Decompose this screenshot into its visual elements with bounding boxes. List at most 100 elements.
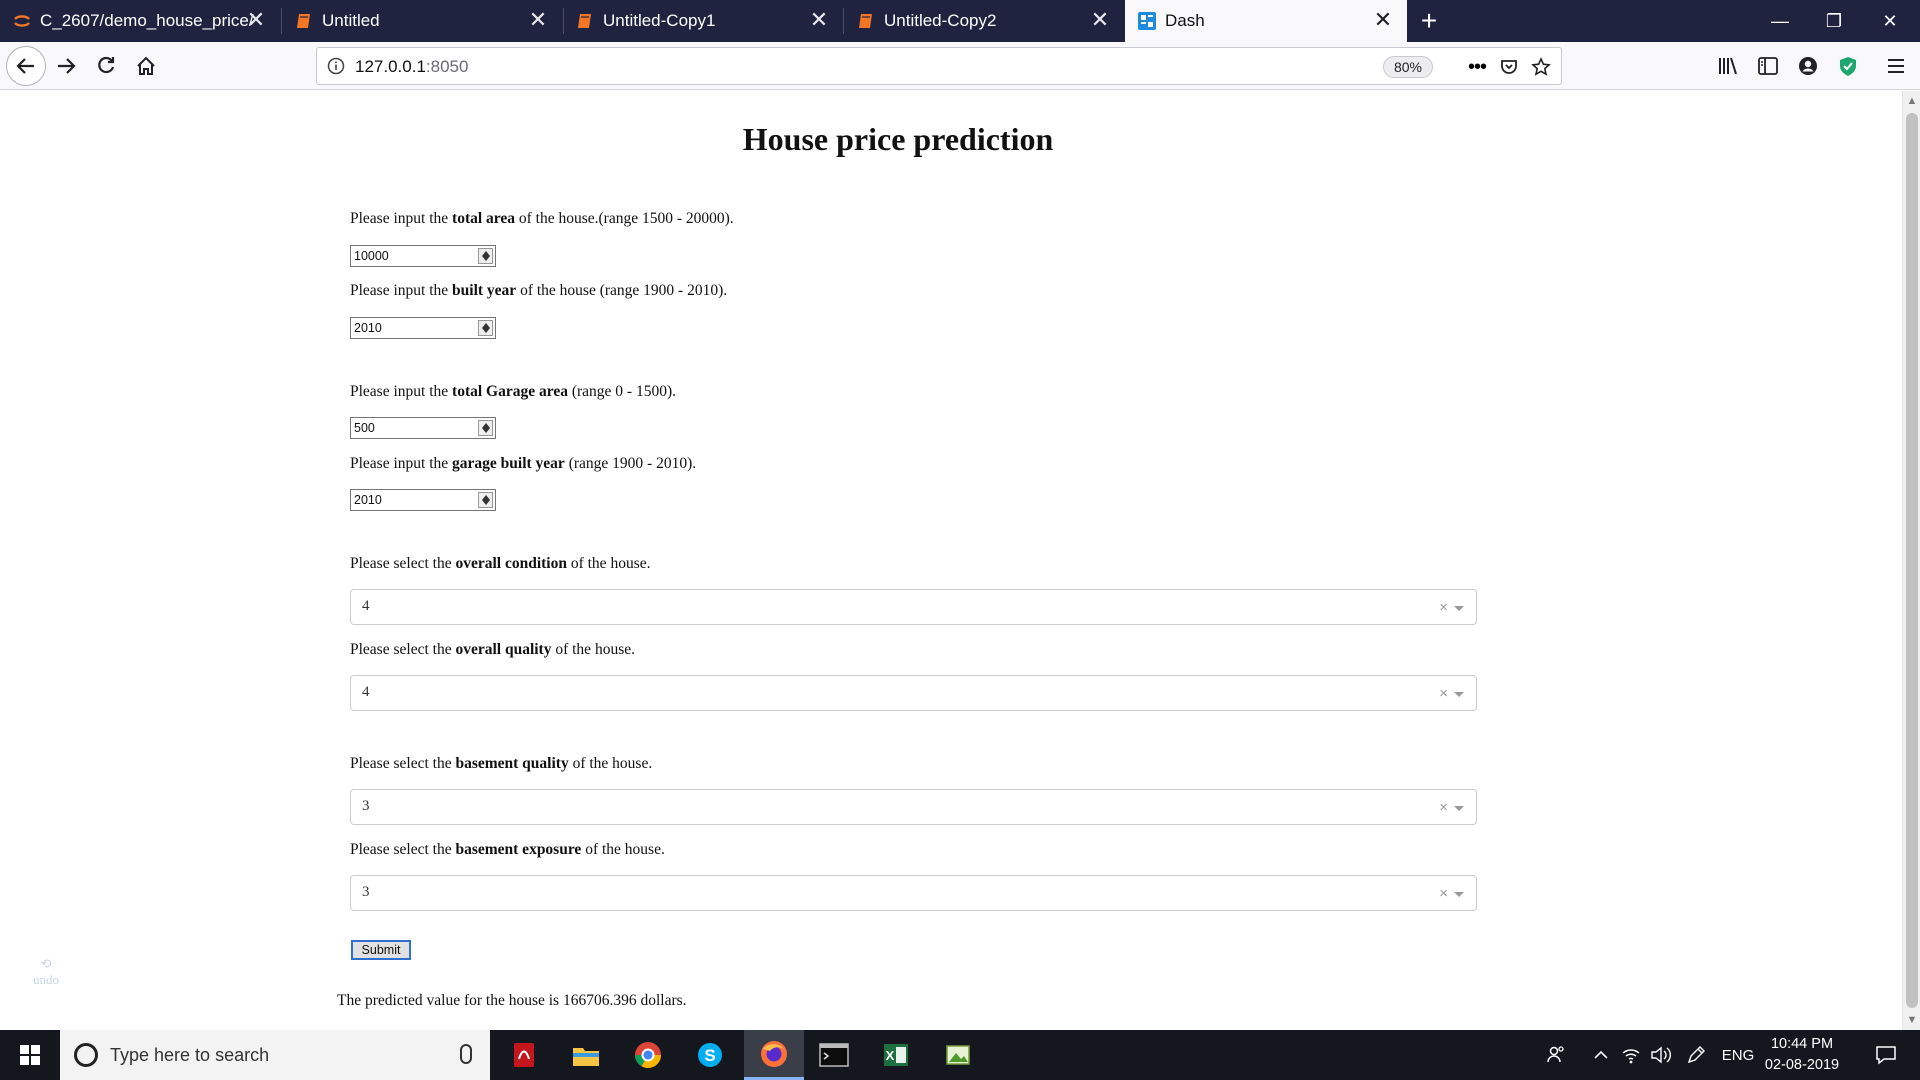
system-clock[interactable]: 10:44 PM 02-08-2019 bbox=[1762, 1034, 1842, 1076]
taskbar-app-excel[interactable]: X bbox=[868, 1030, 924, 1080]
address-bar[interactable]: 127.0.0.1:8050 80% ••• bbox=[316, 47, 1562, 85]
library-icon[interactable] bbox=[1716, 54, 1740, 78]
taskbar-app-skype[interactable]: S bbox=[682, 1030, 738, 1080]
tab-untitled[interactable]: Untitled ✕ bbox=[282, 0, 562, 42]
total-area-input[interactable]: 10000 bbox=[350, 245, 496, 267]
stepper-icon[interactable] bbox=[478, 248, 493, 264]
built-year-input[interactable]: 2010 bbox=[350, 317, 496, 339]
scroll-up-icon[interactable]: ▲ bbox=[1906, 95, 1918, 107]
zoom-level-badge[interactable]: 80% bbox=[1382, 56, 1433, 78]
tab-untitled-copy1[interactable]: Untitled-Copy1 ✕ bbox=[563, 0, 843, 42]
taskbar-app-explorer[interactable] bbox=[558, 1030, 614, 1080]
close-icon[interactable]: ✕ bbox=[242, 6, 270, 34]
overall-condition-dropdown[interactable]: 4 × bbox=[350, 589, 1477, 625]
pocket-icon[interactable] bbox=[1497, 55, 1521, 79]
clear-icon[interactable]: × bbox=[1439, 685, 1448, 702]
pen-icon[interactable] bbox=[1680, 1030, 1712, 1080]
chevron-down-icon[interactable] bbox=[1454, 606, 1464, 611]
total-area-value: 10000 bbox=[354, 249, 389, 263]
windows-logo-icon bbox=[20, 1045, 40, 1065]
taskbar-app-pdf[interactable] bbox=[496, 1030, 552, 1080]
stepper-icon[interactable] bbox=[478, 320, 493, 336]
jupyter-icon bbox=[14, 15, 30, 27]
windows-taskbar: Type here to search S X ENG 10:44 PM 02-… bbox=[0, 1030, 1920, 1080]
scroll-down-icon[interactable]: ▼ bbox=[1906, 1014, 1918, 1026]
page-actions-icon[interactable]: ••• bbox=[1465, 55, 1489, 79]
clear-icon[interactable]: × bbox=[1439, 799, 1448, 816]
navigation-toolbar: 127.0.0.1:8050 80% ••• bbox=[0, 42, 1920, 90]
restore-icon[interactable]: ❐ bbox=[1810, 0, 1858, 42]
undo-label: undo bbox=[33, 972, 59, 987]
dropdown-value: 3 bbox=[362, 798, 370, 814]
pdf-reader-icon bbox=[514, 1043, 534, 1067]
chrome-icon bbox=[634, 1042, 662, 1069]
page-title: House price prediction bbox=[742, 121, 1054, 157]
tab-dash[interactable]: Dash ✕ bbox=[1125, 0, 1407, 42]
taskbar-app-image-viewer[interactable] bbox=[930, 1030, 986, 1080]
image-viewer-icon bbox=[946, 1045, 970, 1065]
basement-quality-dropdown[interactable]: 3 × bbox=[350, 789, 1477, 825]
garage-built-year-label: Please input the garage built year (rang… bbox=[350, 455, 697, 472]
close-icon[interactable]: ✕ bbox=[805, 6, 833, 34]
notifications-icon[interactable] bbox=[1862, 1030, 1910, 1080]
home-button[interactable] bbox=[126, 46, 166, 86]
tab-jupyter-tree[interactable]: C_2607/demo_house_price/ ✕ bbox=[0, 0, 280, 42]
bookmark-star-icon[interactable] bbox=[1529, 55, 1553, 79]
wifi-icon[interactable] bbox=[1616, 1030, 1646, 1080]
chevron-down-icon[interactable] bbox=[1454, 892, 1464, 897]
stepper-icon[interactable] bbox=[478, 492, 493, 508]
taskbar-app-chrome[interactable] bbox=[620, 1030, 676, 1080]
back-arrow-icon bbox=[16, 58, 34, 74]
stepper-icon[interactable] bbox=[478, 420, 493, 436]
clear-icon[interactable]: × bbox=[1439, 599, 1448, 616]
taskbar-search-input[interactable]: Type here to search bbox=[60, 1030, 490, 1080]
chevron-down-icon[interactable] bbox=[1454, 806, 1464, 811]
submit-button[interactable]: Submit bbox=[351, 940, 411, 960]
chevron-down-icon[interactable] bbox=[1454, 692, 1464, 697]
reload-button[interactable] bbox=[86, 46, 126, 86]
shield-icon[interactable] bbox=[1836, 54, 1860, 78]
tab-untitled-copy2[interactable]: Untitled-Copy2 ✕ bbox=[844, 0, 1124, 42]
close-icon[interactable]: ✕ bbox=[524, 6, 552, 34]
garage-area-label: Please input the total Garage area (rang… bbox=[350, 383, 676, 400]
url-port: :8050 bbox=[425, 57, 469, 76]
close-icon[interactable]: ✕ bbox=[1086, 6, 1114, 34]
account-icon[interactable] bbox=[1796, 54, 1820, 78]
volume-icon[interactable] bbox=[1646, 1030, 1676, 1080]
undo-button[interactable]: ⟲ undo bbox=[28, 956, 64, 988]
back-button[interactable] bbox=[6, 46, 46, 86]
notebook-icon bbox=[859, 14, 872, 28]
garage-area-value: 500 bbox=[354, 421, 375, 435]
input-language[interactable]: ENG bbox=[1716, 1030, 1760, 1080]
minimize-icon[interactable]: — bbox=[1756, 0, 1804, 42]
garage-area-input[interactable]: 500 bbox=[350, 417, 496, 439]
chevron-up-icon[interactable] bbox=[1586, 1030, 1616, 1080]
clear-icon[interactable]: × bbox=[1439, 885, 1448, 902]
forward-button[interactable] bbox=[46, 46, 86, 86]
microphone-icon[interactable] bbox=[460, 1044, 472, 1064]
taskbar-app-terminal[interactable] bbox=[806, 1030, 862, 1080]
close-window-icon[interactable]: ✕ bbox=[1866, 0, 1914, 42]
close-icon[interactable]: ✕ bbox=[1369, 6, 1397, 34]
garage-built-year-input[interactable]: 2010 bbox=[350, 489, 496, 511]
basement-exposure-dropdown[interactable]: 3 × bbox=[350, 875, 1477, 911]
start-button[interactable] bbox=[0, 1030, 60, 1080]
page-viewport: House price prediction Please input the … bbox=[0, 91, 1902, 1030]
cortana-icon bbox=[74, 1043, 98, 1067]
overall-quality-label: Please select the overall quality of the… bbox=[350, 641, 635, 658]
scroll-thumb[interactable] bbox=[1906, 113, 1918, 1008]
menu-icon[interactable] bbox=[1884, 54, 1908, 78]
new-tab-button[interactable]: + bbox=[1412, 4, 1446, 38]
total-area-label: Please input the total area of the house… bbox=[350, 210, 734, 227]
dropdown-value: 4 bbox=[362, 598, 370, 614]
svg-text:S: S bbox=[704, 1046, 715, 1065]
taskbar-app-firefox[interactable] bbox=[744, 1030, 804, 1080]
overall-quality-dropdown[interactable]: 4 × bbox=[350, 675, 1477, 711]
garage-built-year-value: 2010 bbox=[354, 493, 382, 507]
url-host: 127.0.0.1 bbox=[355, 57, 426, 76]
undo-icon: ⟲ bbox=[40, 956, 52, 971]
info-icon[interactable] bbox=[327, 57, 345, 75]
sidebar-icon[interactable] bbox=[1756, 54, 1780, 78]
people-icon[interactable] bbox=[1540, 1030, 1572, 1080]
page-scrollbar[interactable]: ▲ ▼ bbox=[1902, 91, 1920, 1030]
